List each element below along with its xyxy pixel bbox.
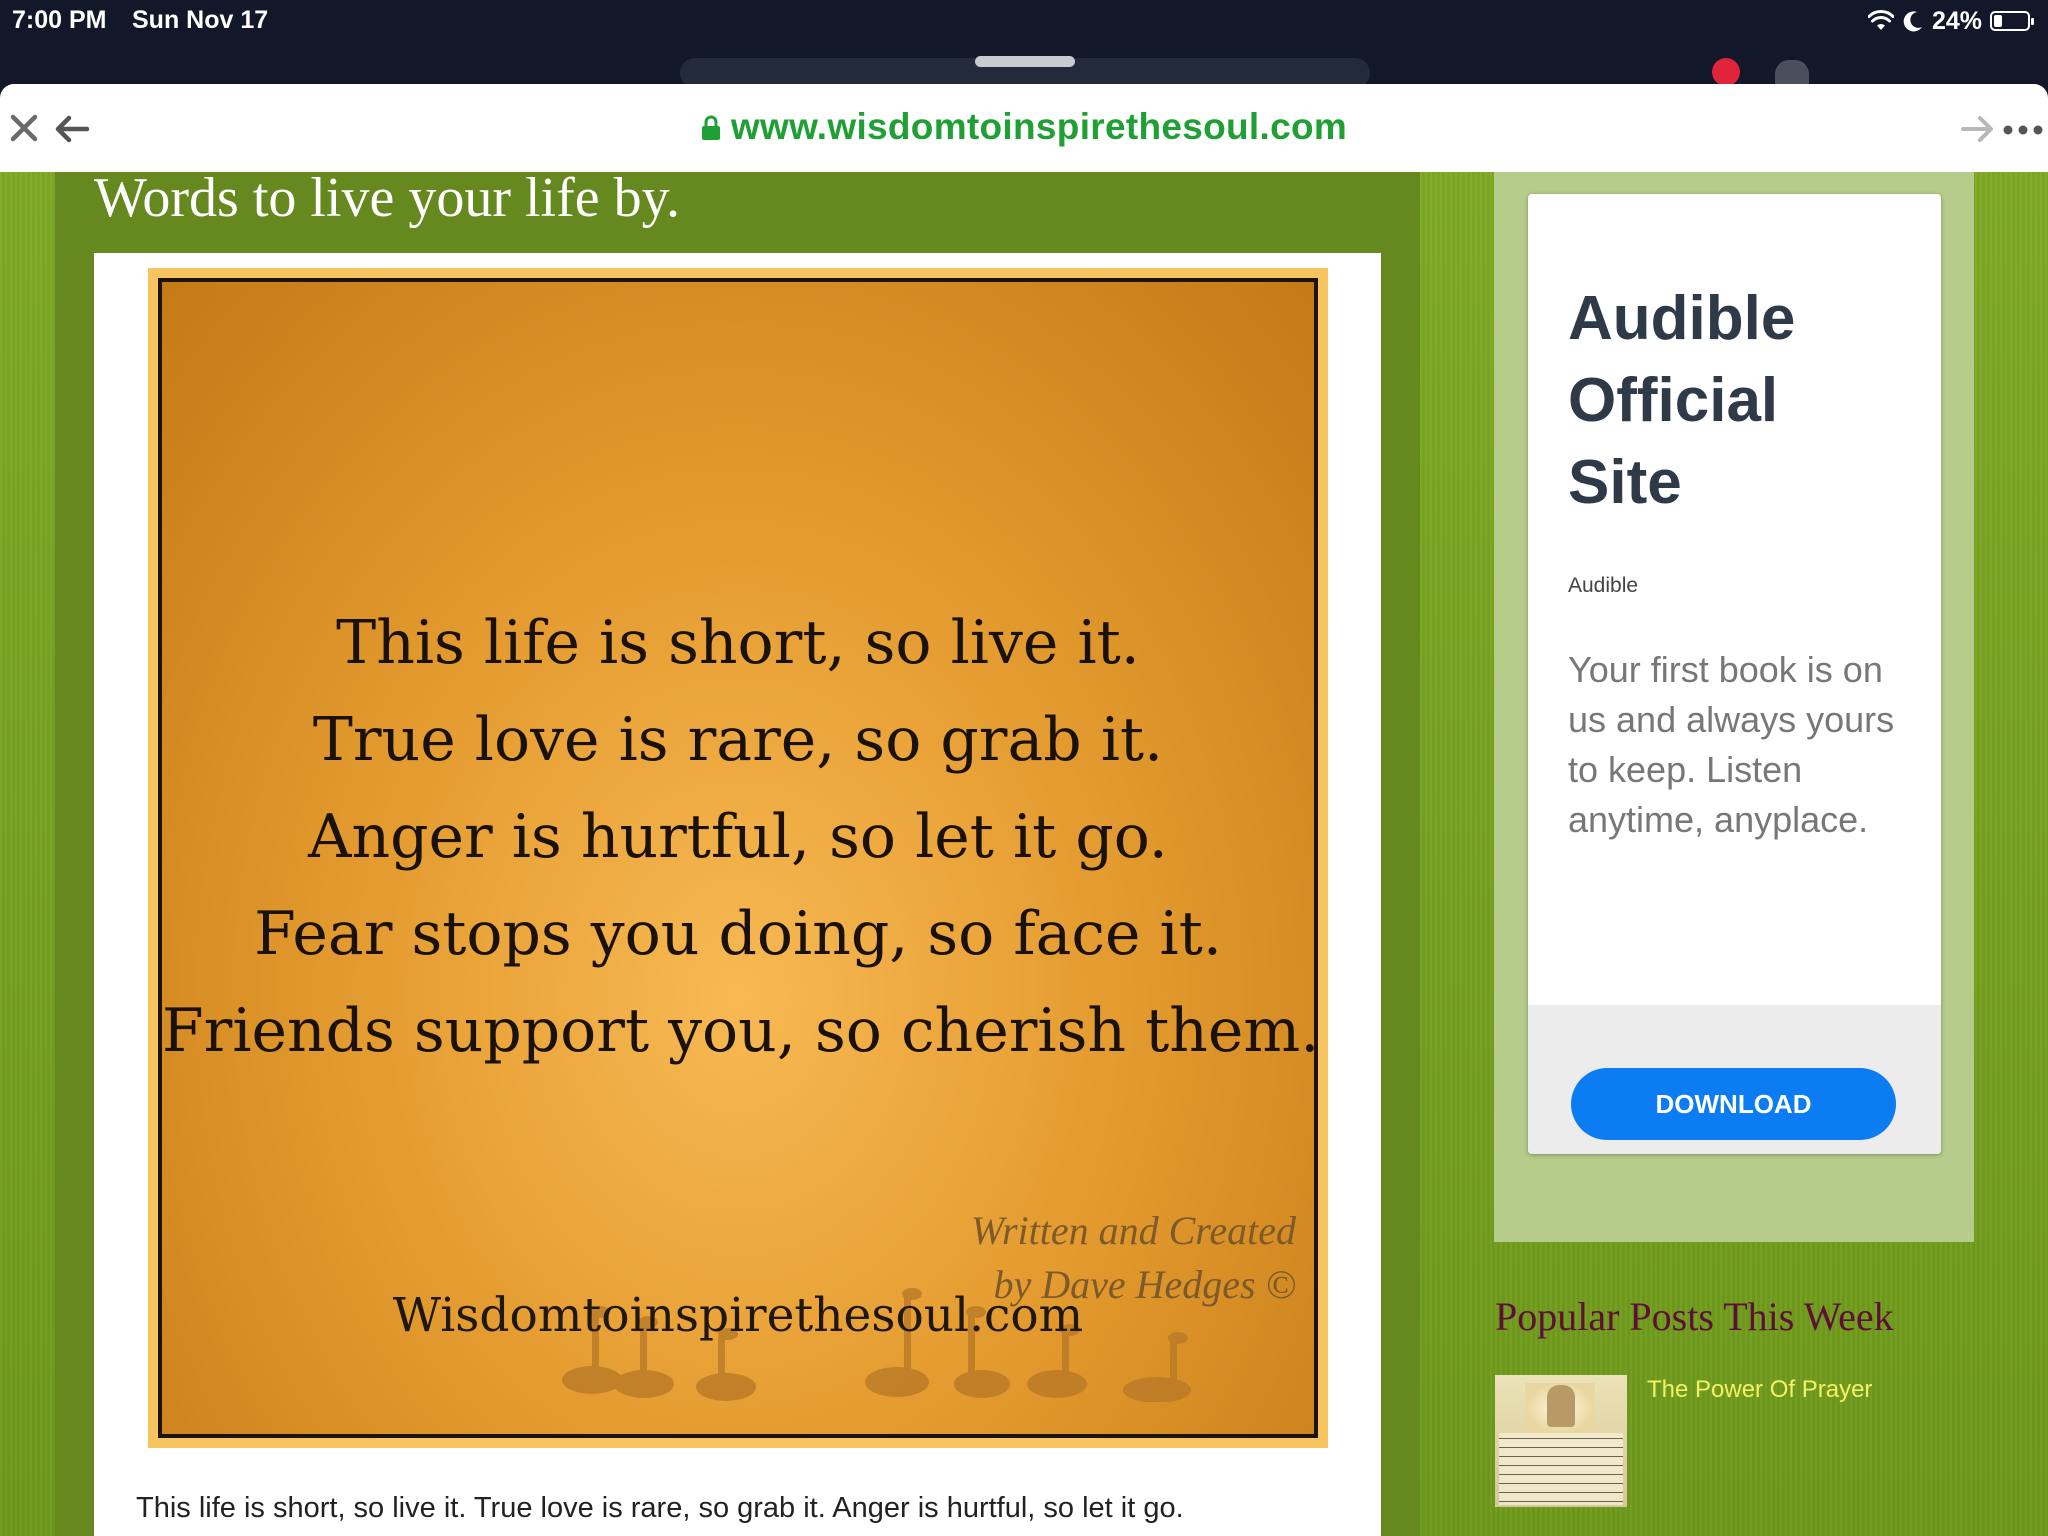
notification-badge (1712, 58, 1740, 86)
popular-posts-heading: Popular Posts This Week (1495, 1294, 1894, 1339)
browser-toolbar: www.wisdomtoinspirethesoul.com (0, 84, 2048, 172)
popular-post-link[interactable]: The Power Of Prayer (1647, 1376, 1872, 1404)
ad-footer: DOWNLOAD (1528, 1005, 1941, 1154)
quote-line: Anger is hurtful, so let it go. (308, 802, 1168, 872)
wifi-icon (1867, 10, 1894, 30)
address-field[interactable]: www.wisdomtoinspirethesoul.com (0, 106, 2048, 148)
ad-brand: Audible (1568, 574, 1639, 597)
battery-fill (1994, 15, 2002, 27)
ad-card[interactable]: Audible Official Site Audible Your first… (1528, 194, 1941, 1154)
ad-title[interactable]: Audible Official Site (1568, 278, 1908, 524)
quote-line: Friends support you, so cherish them. (162, 996, 1318, 1066)
battery-percent: 24% (1931, 6, 1982, 35)
ad-description: Your first book is on us and always your… (1568, 649, 1895, 840)
status-bar: 7:00 PM Sun Nov 17 24% (0, 0, 2048, 88)
quote-line: This life is short, so live it. (336, 608, 1140, 678)
post-thumbnail[interactable] (1495, 1375, 1627, 1507)
do-not-disturb-icon (1903, 11, 1922, 32)
image-site-text: Wisdomtoinspirethesoul.com (392, 1288, 1084, 1343)
battery-icon (1990, 11, 2034, 31)
image-site-watermark: Wisdomtoinspirethesoul.com (162, 1288, 1314, 1433)
url-text: www.wisdomtoinspirethesoul.com (730, 106, 1348, 147)
sheet-grabber[interactable] (975, 56, 1075, 67)
status-date: Sun Nov 17 (132, 6, 269, 34)
post-paragraph: This life is short, so live it. True lov… (136, 1492, 1184, 1524)
status-time: 7:00 PM (12, 6, 107, 34)
credit-line: Written and Created (970, 1208, 1296, 1253)
quote-image[interactable]: This life is short, so live it. True lov… (148, 268, 1328, 1448)
download-button[interactable]: DOWNLOAD (1571, 1068, 1896, 1140)
thumbnail-text-lines (1499, 1433, 1623, 1505)
status-indicators: 24% (1867, 6, 2034, 36)
forward-arrow-icon[interactable] (1960, 114, 1994, 144)
thumbnail-figure (1547, 1385, 1575, 1427)
lock-icon (701, 115, 720, 140)
web-page: Words to live your life by. This life is… (0, 172, 2048, 1536)
post-body: This life is short, so live it. True lov… (94, 253, 1381, 1536)
quote-image-frame: This life is short, so live it. True lov… (158, 278, 1318, 1438)
more-options-icon[interactable] (2002, 124, 2044, 136)
quote-line: Fear stops you doing, so face it. (254, 899, 1222, 969)
quote-line: True love is rare, so grab it. (312, 705, 1164, 775)
quote-text: This life is short, so live it. True lov… (162, 595, 1314, 1080)
post-title[interactable]: Words to live your life by. (94, 172, 680, 230)
